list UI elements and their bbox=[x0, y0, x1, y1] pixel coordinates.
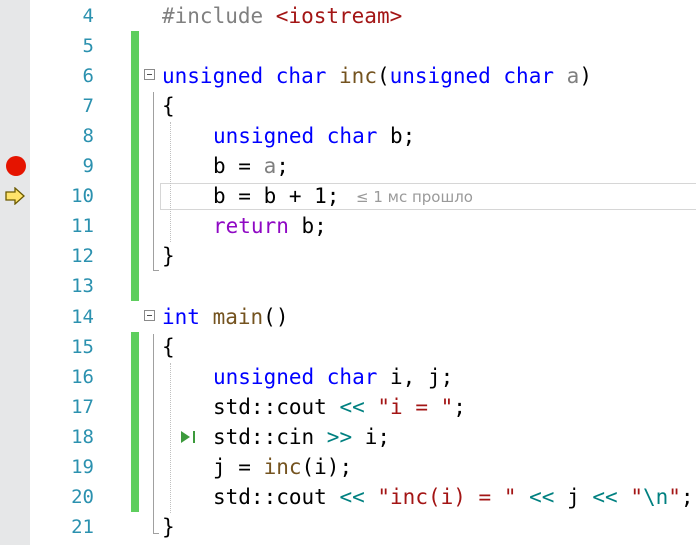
code-text: std::cout << "i = "; bbox=[213, 395, 466, 419]
code-text: { bbox=[162, 335, 175, 359]
change-bar bbox=[131, 91, 139, 121]
code-line[interactable]: 17 std::cout << "i = "; bbox=[0, 392, 696, 422]
collapse-toggle-icon[interactable] bbox=[144, 69, 155, 80]
code-line-current[interactable]: b = b + 1; bbox=[0, 181, 696, 211]
line-number: 11 bbox=[71, 215, 94, 237]
code-line[interactable]: 16 unsigned char i, j; bbox=[0, 362, 696, 392]
code-text: int main() bbox=[162, 305, 289, 329]
code-line[interactable]: 14 int main() bbox=[0, 302, 696, 332]
code-text: unsigned char inc(unsigned char a) bbox=[162, 64, 592, 88]
code-line[interactable]: 21 } bbox=[0, 512, 696, 542]
line-number: 4 bbox=[82, 5, 94, 27]
code-line[interactable]: 18 std::cin >> i; bbox=[0, 422, 696, 452]
scope-outline-end bbox=[153, 533, 159, 534]
line-number: 21 bbox=[71, 516, 94, 538]
change-bar bbox=[131, 211, 139, 241]
code-line[interactable]: 20 std::cout << "inc(i) = " << j << "\n"… bbox=[0, 482, 696, 512]
code-text: b = b + 1; bbox=[213, 184, 340, 208]
code-line[interactable]: 15 { bbox=[0, 332, 696, 362]
change-bar bbox=[131, 482, 139, 512]
code-line[interactable]: 5 bbox=[0, 31, 696, 61]
code-text: #include <iostream> bbox=[162, 4, 403, 28]
code-text: } bbox=[162, 515, 175, 539]
code-text: return b; bbox=[213, 214, 327, 238]
code-line[interactable]: 13 bbox=[0, 271, 696, 301]
line-number: 19 bbox=[71, 456, 94, 478]
line-number: 20 bbox=[71, 486, 94, 508]
line-number: 16 bbox=[71, 366, 94, 388]
line-number: 14 bbox=[71, 306, 94, 328]
change-bar bbox=[131, 61, 139, 91]
code-text: std::cin >> i; bbox=[213, 425, 391, 449]
change-bar bbox=[131, 392, 139, 422]
indent-guide bbox=[170, 363, 171, 513]
change-bar bbox=[131, 31, 139, 61]
code-text: b = a; bbox=[213, 154, 289, 178]
code-line[interactable]: 8 unsigned char b; bbox=[0, 121, 696, 151]
change-bar bbox=[131, 151, 139, 181]
scope-outline bbox=[153, 92, 155, 270]
change-bar bbox=[131, 452, 139, 482]
change-bar bbox=[131, 332, 139, 362]
line-number: 5 bbox=[82, 35, 94, 57]
change-bar bbox=[131, 271, 139, 301]
line-number: 13 bbox=[71, 275, 94, 297]
scope-outline-end bbox=[153, 270, 159, 271]
indent-guide bbox=[170, 122, 171, 242]
code-text: { bbox=[162, 94, 175, 118]
line-number: 6 bbox=[82, 65, 94, 87]
breakpoint-icon[interactable] bbox=[6, 156, 26, 176]
code-editor[interactable]: 4 #include <iostream> 5 6 unsigned char … bbox=[0, 0, 696, 545]
line-number: 15 bbox=[71, 336, 94, 358]
change-bar bbox=[131, 121, 139, 151]
code-line[interactable]: 7 { bbox=[0, 91, 696, 121]
change-bar bbox=[131, 362, 139, 392]
code-text: unsigned char i, j; bbox=[213, 365, 454, 389]
collapse-toggle-icon[interactable] bbox=[144, 310, 155, 321]
code-line[interactable]: 4 #include <iostream> bbox=[0, 1, 696, 31]
code-line[interactable]: 9 b = a; bbox=[0, 151, 696, 181]
code-text: unsigned char b; bbox=[213, 124, 416, 148]
line-number: 12 bbox=[71, 245, 94, 267]
code-text: j = inc(i); bbox=[213, 455, 353, 479]
change-bar bbox=[131, 422, 139, 452]
run-to-click-icon[interactable] bbox=[180, 428, 200, 450]
code-line[interactable]: 11 return b; bbox=[0, 211, 696, 241]
line-number: 7 bbox=[82, 95, 94, 117]
line-number: 9 bbox=[82, 155, 94, 177]
code-line[interactable]: 6 unsigned char inc(unsigned char a) bbox=[0, 61, 696, 91]
next-statement-arrow-icon bbox=[4, 186, 26, 209]
code-line[interactable]: 19 j = inc(i); bbox=[0, 452, 696, 482]
line-number: 8 bbox=[82, 125, 94, 147]
line-number: 18 bbox=[71, 426, 94, 448]
change-bar bbox=[131, 241, 139, 271]
code-text: } bbox=[162, 244, 175, 268]
scope-outline bbox=[153, 334, 155, 534]
code-line[interactable]: 12 } bbox=[0, 241, 696, 271]
code-text: std::cout << "inc(i) = " << j << "\n"; bbox=[213, 485, 694, 509]
perf-tip[interactable]: ≤ 1 мс прошло bbox=[356, 182, 473, 212]
line-number: 17 bbox=[71, 396, 94, 418]
